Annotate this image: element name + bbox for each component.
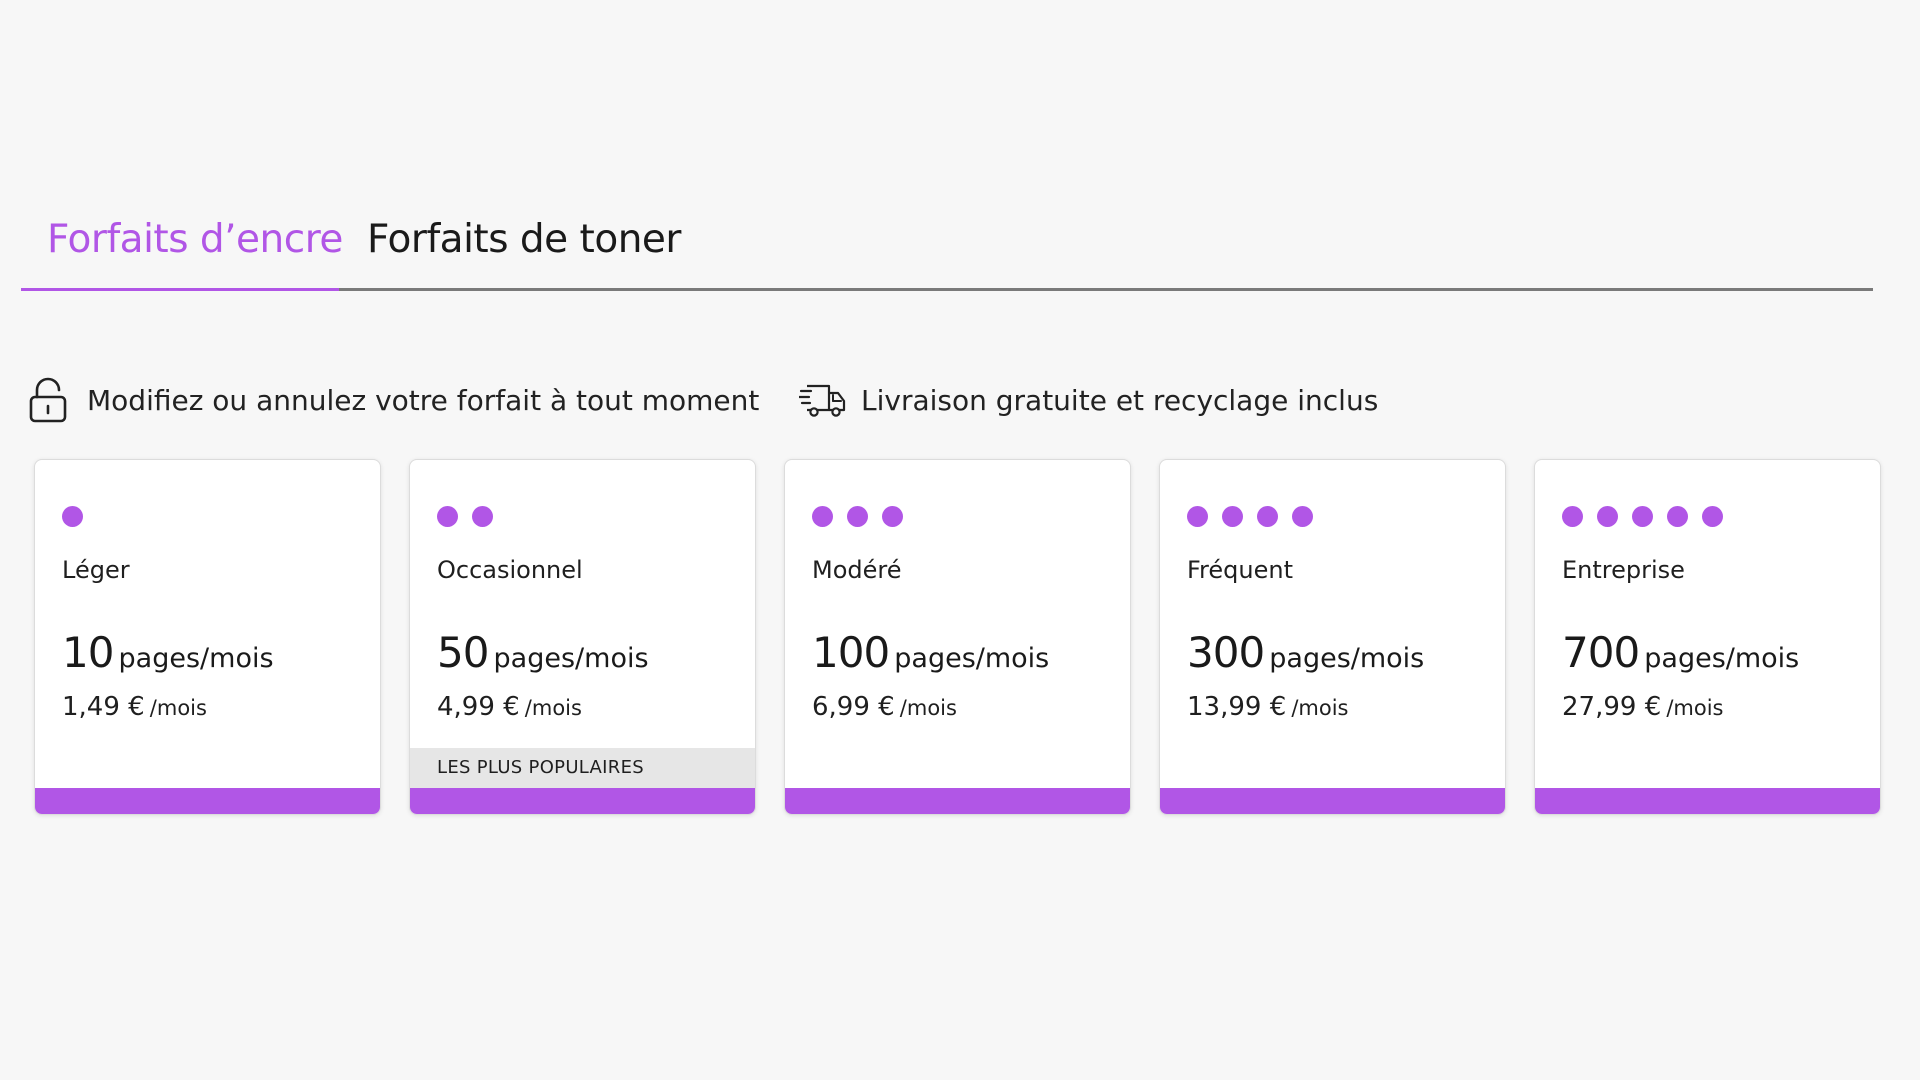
price-unit: /mois xyxy=(149,696,207,720)
card-accent-bar xyxy=(1535,788,1880,814)
usage-dot xyxy=(1187,506,1208,527)
plan-price: 4,99 € /mois xyxy=(437,692,582,722)
pages-per-month: 10 pages/mois xyxy=(62,628,274,677)
most-popular-badge: LES PLUS POPULAIRES xyxy=(410,748,755,788)
plan-name: Occasionnel xyxy=(437,556,583,584)
usage-dot xyxy=(1257,506,1278,527)
plan-card-leger[interactable]: Léger 10 pages/mois 1,49 € /mois xyxy=(34,459,381,815)
open-lock-icon xyxy=(27,376,69,424)
price-unit: /mois xyxy=(899,696,957,720)
pages-per-month: 700 pages/mois xyxy=(1562,628,1799,677)
usage-dot xyxy=(1292,506,1313,527)
delivery-truck-icon xyxy=(799,376,847,424)
price-unit: /mois xyxy=(524,696,582,720)
price-unit: /mois xyxy=(1291,696,1349,720)
tab-ink-plans[interactable]: Forfaits d’encre xyxy=(47,214,343,266)
tab-toner-plans[interactable]: Forfaits de toner xyxy=(367,214,681,266)
pages-unit: pages/mois xyxy=(1644,643,1800,674)
feature-free-delivery: Livraison gratuite et recyclage inclus xyxy=(799,376,1378,424)
usage-dot xyxy=(1667,506,1688,527)
usage-dot xyxy=(1597,506,1618,527)
price-value: 4,99 € xyxy=(437,692,520,722)
plan-price: 13,99 € /mois xyxy=(1187,692,1349,722)
pages-unit: pages/mois xyxy=(894,643,1050,674)
usage-level-dots xyxy=(62,506,83,527)
card-accent-bar xyxy=(785,788,1130,814)
usage-dot xyxy=(882,506,903,527)
pages-count: 50 xyxy=(437,628,489,677)
pages-per-month: 50 pages/mois xyxy=(437,628,649,677)
usage-dot xyxy=(812,506,833,527)
price-value: 13,99 € xyxy=(1187,692,1287,722)
plan-name: Fréquent xyxy=(1187,556,1293,584)
plan-type-tabs: Forfaits d’encre Forfaits de toner xyxy=(21,200,1873,291)
price-value: 1,49 € xyxy=(62,692,145,722)
usage-level-dots xyxy=(812,506,903,527)
plan-price: 1,49 € /mois xyxy=(62,692,207,722)
usage-dot xyxy=(1702,506,1723,527)
pages-per-month: 300 pages/mois xyxy=(1187,628,1424,677)
plan-price: 27,99 € /mois xyxy=(1562,692,1724,722)
pages-unit: pages/mois xyxy=(118,643,274,674)
usage-dot xyxy=(1632,506,1653,527)
usage-level-dots xyxy=(1187,506,1313,527)
plan-card-frequent[interactable]: Fréquent 300 pages/mois 13,99 € /mois xyxy=(1159,459,1506,815)
pages-count: 10 xyxy=(62,628,114,677)
plan-card-entreprise[interactable]: Entreprise 700 pages/mois 27,99 € /mois xyxy=(1534,459,1881,815)
usage-dot xyxy=(472,506,493,527)
pages-unit: pages/mois xyxy=(1269,643,1425,674)
active-tab-indicator xyxy=(21,288,339,291)
feature-text: Livraison gratuite et recyclage inclus xyxy=(861,383,1379,417)
usage-dot xyxy=(847,506,868,527)
feature-cancel-anytime: Modifiez ou annulez votre forfait à tout… xyxy=(27,376,759,424)
usage-dot xyxy=(437,506,458,527)
pages-count: 700 xyxy=(1562,628,1640,677)
usage-dot xyxy=(1562,506,1583,527)
plan-card-modere[interactable]: Modéré 100 pages/mois 6,99 € /mois xyxy=(784,459,1131,815)
feature-text: Modifiez ou annulez votre forfait à tout… xyxy=(87,383,760,417)
price-value: 6,99 € xyxy=(812,692,895,722)
usage-dot xyxy=(1222,506,1243,527)
card-accent-bar xyxy=(35,788,380,814)
pages-unit: pages/mois xyxy=(493,643,649,674)
card-accent-bar xyxy=(1160,788,1505,814)
plan-name: Léger xyxy=(62,556,130,584)
usage-level-dots xyxy=(437,506,493,527)
price-unit: /mois xyxy=(1666,696,1724,720)
plan-card-occasionnel[interactable]: Occasionnel 50 pages/mois 4,99 € /mois L… xyxy=(409,459,756,815)
plan-price: 6,99 € /mois xyxy=(812,692,957,722)
usage-level-dots xyxy=(1562,506,1723,527)
plan-name: Modéré xyxy=(812,556,902,584)
card-accent-bar xyxy=(410,788,755,814)
pages-per-month: 100 pages/mois xyxy=(812,628,1049,677)
pages-count: 100 xyxy=(812,628,890,677)
pages-count: 300 xyxy=(1187,628,1265,677)
usage-dot xyxy=(62,506,83,527)
price-value: 27,99 € xyxy=(1562,692,1662,722)
plan-name: Entreprise xyxy=(1562,556,1685,584)
